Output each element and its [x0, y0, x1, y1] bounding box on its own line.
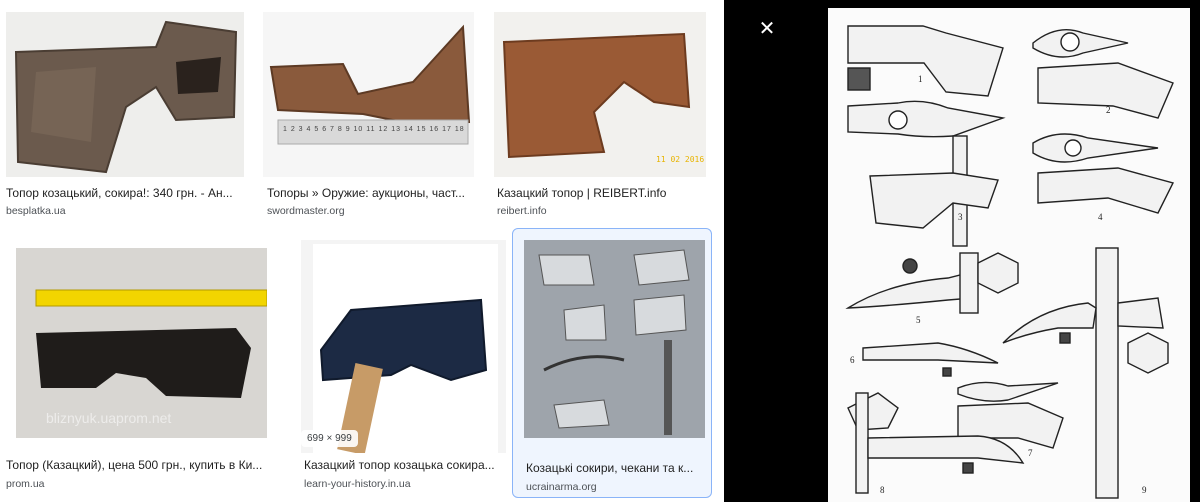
result-source-3: reibert.info [497, 205, 547, 217]
preview-image[interactable]: 1 2 3 4 5 6 7 8 9 [828, 8, 1190, 502]
result-source-6: ucrainarma.org [526, 481, 597, 493]
result-caption-5[interactable]: Казацкий топор козацька сокира... [304, 458, 506, 472]
result-source-2: swordmaster.org [267, 205, 345, 217]
plate-number-1: 1 [918, 74, 923, 84]
image-results-grid: Топор козацький, сокира!: 340 грн. - Ан.… [0, 0, 724, 502]
result-thumbnail-6[interactable] [524, 240, 705, 438]
weapon-plate-drawing: 1 2 3 4 5 6 7 8 9 [828, 8, 1190, 502]
photo-watermark: bliznyuk.uaprom.net [46, 410, 172, 426]
result-thumbnail-1[interactable] [6, 12, 244, 177]
result-card-5[interactable]: Казацкий топор козацька сокира... learn-… [296, 240, 510, 498]
plate-number-9: 9 [1142, 485, 1147, 495]
result-caption-6[interactable]: Козацькі сокири, чекани та к... [526, 461, 704, 475]
result-source-1: besplatka.ua [6, 205, 66, 217]
ruler-numbers: 1 2 3 4 5 6 7 8 9 10 11 12 13 14 15 16 1… [283, 126, 468, 133]
result-thumbnail-2[interactable]: 1 2 3 4 5 6 7 8 9 10 11 12 13 14 15 16 1… [263, 12, 474, 177]
result-card-1[interactable]: Топор козацький, сокира!: 340 грн. - Ан.… [0, 0, 250, 226]
result-caption-1[interactable]: Топор козацький, сокира!: 340 грн. - Ан.… [6, 186, 244, 200]
plate-number-7: 7 [1028, 448, 1033, 458]
result-caption-3[interactable]: Казацкий топор | REIBERT.info [497, 186, 709, 200]
dimensions-badge: 699 × 999 [301, 430, 358, 447]
plate-number-6: 6 [850, 355, 855, 365]
result-caption-2[interactable]: Топоры » Оружие: аукционы, част... [267, 186, 472, 200]
result-card-4[interactable]: bliznyuk.uaprom.net Топор (Казацкий), це… [0, 240, 282, 498]
plate-number-3: 3 [958, 212, 963, 222]
result-thumbnail-4[interactable]: bliznyuk.uaprom.net [16, 248, 267, 438]
close-preview-button[interactable]: ✕ [756, 18, 778, 40]
plate-number-8: 8 [880, 485, 885, 495]
result-thumbnail-3[interactable]: 11 02 2016 [494, 12, 706, 177]
result-source-5: learn-your-history.in.ua [304, 478, 411, 490]
result-card-6[interactable]: Козацькі сокири, чекани та к... ucrainar… [512, 228, 714, 498]
result-thumbnail-5[interactable] [301, 240, 506, 453]
plate-number-4: 4 [1098, 212, 1103, 222]
plate-number-2: 2 [1106, 105, 1111, 115]
result-source-4: prom.ua [6, 478, 45, 490]
result-caption-4[interactable]: Топор (Казацкий), цена 500 грн., купить … [6, 458, 278, 472]
photo-date-stamp: 11 02 2016 [656, 155, 705, 164]
result-card-3[interactable]: 11 02 2016 Казацкий топор | REIBERT.info… [488, 0, 714, 226]
result-card-2[interactable]: 1 2 3 4 5 6 7 8 9 10 11 12 13 14 15 16 1… [258, 0, 480, 226]
plate-number-5: 5 [916, 315, 921, 325]
